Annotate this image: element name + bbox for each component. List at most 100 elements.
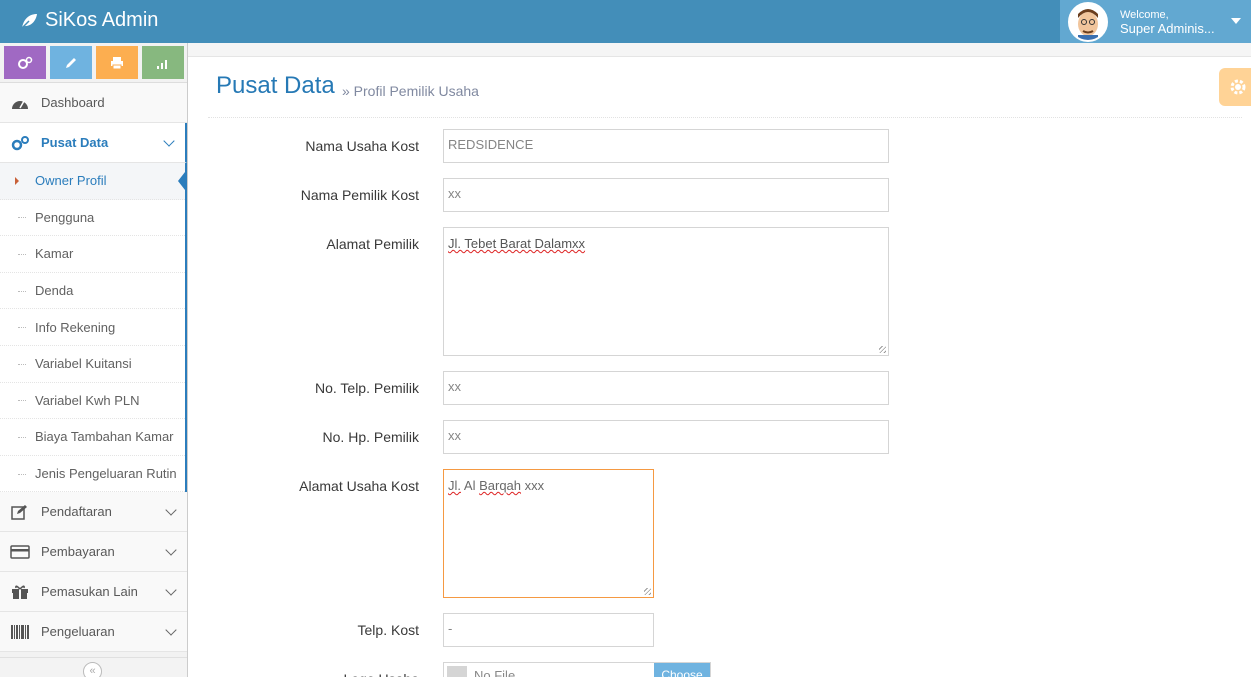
- sidebar-submenu: Owner Profil Pengguna Kamar Denda Info R…: [0, 163, 187, 493]
- breadcrumb-bar: [188, 43, 1251, 57]
- sidebar-item-pusat-data[interactable]: Pusat Data: [0, 123, 187, 163]
- resize-handle-icon[interactable]: [879, 346, 886, 353]
- field-label: No. Telp. Pemilik: [314, 380, 419, 396]
- alamat-usaha-textarea[interactable]: Jl. Al Barqah xxx: [443, 469, 654, 598]
- sidebar-item-dashboard[interactable]: Dashboard: [0, 83, 187, 123]
- gift-icon: [10, 584, 30, 600]
- sidebar-subitem-label: Info Rekening: [35, 319, 116, 335]
- cogs-icon: [10, 135, 30, 151]
- shortcut-edit-button[interactable]: [50, 46, 92, 79]
- cogs-icon: [18, 56, 33, 69]
- field-label: Nama Pemilik Kost: [300, 187, 419, 203]
- hp-pemilik-input[interactable]: xx: [443, 420, 889, 454]
- textarea-word: Barqah: [479, 478, 522, 493]
- sidebar-item-label: Pembayaran: [41, 544, 115, 560]
- nama-usaha-input[interactable]: REDSIDENCE: [443, 129, 889, 163]
- chevron-down-icon: [165, 624, 177, 637]
- file-input-text: No File ...: [474, 668, 530, 677]
- sidebar-item-pendaftaran[interactable]: Pendaftaran: [0, 492, 187, 533]
- signal-icon: [157, 59, 167, 69]
- form-row-telp-pemilik: No. Telp. Pemilik xx: [208, 371, 889, 405]
- sidebar-item-pembayaran[interactable]: Pembayaran: [0, 532, 187, 573]
- sidebar-shortcuts: [0, 43, 187, 83]
- pencil-square-icon: [10, 504, 30, 520]
- sidebar-subitem-label: Pengguna: [35, 209, 95, 225]
- page-subtitle: » Profil Pemilik Usaha: [342, 83, 479, 99]
- form-row-hp-pemilik: No. Hp. Pemilik xx: [208, 420, 889, 454]
- nama-pemilik-input[interactable]: xx: [443, 178, 889, 212]
- shortcut-chart-button[interactable]: [142, 46, 184, 79]
- form-row-nama-pemilik: Nama Pemilik Kost xx: [208, 178, 889, 212]
- barcode-icon: [10, 624, 30, 640]
- textarea-text: Jl. Tebet Barat Dalamxx: [448, 236, 586, 251]
- sidebar-subitem-label: Jenis Pengeluaran Rutin: [35, 466, 177, 482]
- leaf-icon: [20, 13, 37, 30]
- sidebar-subitem-label: Variabel Kwh PLN: [35, 392, 140, 408]
- credit-card-icon: [10, 544, 30, 560]
- user-name: Super Adminis...: [1120, 20, 1215, 36]
- sidebar-subitem-label: Denda: [35, 283, 74, 299]
- page-header: Pusat Data » Profil Pemilik Usaha: [208, 72, 1242, 118]
- sidebar-subitem-denda[interactable]: Denda: [0, 273, 185, 310]
- gear-icon: [1230, 79, 1246, 95]
- form-row-telp-kost: Telp. Kost -: [208, 613, 654, 647]
- brand-text: SiKos Admin: [45, 9, 159, 31]
- alamat-pemilik-textarea[interactable]: Jl. Tebet Barat Dalamxx: [443, 227, 889, 356]
- welcome-text: Welcome,: [1120, 8, 1169, 21]
- telp-kost-input[interactable]: -: [443, 613, 654, 647]
- user-menu[interactable]: Welcome, Super Adminis...: [1060, 0, 1251, 43]
- field-label: Logo Usaha: [208, 662, 419, 677]
- shortcut-settings-button[interactable]: [4, 46, 46, 79]
- chevron-down-icon: [165, 584, 177, 597]
- field-label: Telp. Kost: [357, 622, 419, 638]
- textarea-word: Al: [463, 478, 476, 493]
- page-title: Pusat Data: [216, 72, 335, 99]
- sidebar-item-pemasukan-lain[interactable]: Pemasukan Lain: [0, 572, 187, 613]
- resize-handle-icon[interactable]: [644, 588, 651, 595]
- form-row-alamat-pemilik: Alamat Pemilik Jl. Tebet Barat Dalamxx: [208, 227, 889, 356]
- sidebar-item-label: Dashboard: [41, 95, 105, 110]
- sidebar-subitem-info-rekening[interactable]: Info Rekening: [0, 309, 185, 346]
- sidebar: Dashboard Pusat Data Owner Profil Penggu…: [0, 43, 188, 677]
- sidebar-subitem-variabel-kwh-pln[interactable]: Variabel Kwh PLN: [0, 383, 185, 420]
- chevron-down-icon: [165, 504, 177, 517]
- choose-file-button[interactable]: Choose: [654, 663, 710, 677]
- sidebar-subitem-label: Owner Profil: [35, 173, 107, 189]
- sidebar-item-label: Pemasukan Lain: [41, 584, 138, 600]
- sidebar-subitem-kamar[interactable]: Kamar: [0, 236, 185, 273]
- pencil-icon: [66, 57, 76, 68]
- avatar: [1068, 1, 1108, 42]
- field-label: Nama Usaha Kost: [305, 138, 419, 154]
- shortcut-print-button[interactable]: [96, 46, 138, 79]
- chevron-down-icon: [163, 135, 175, 147]
- top-navbar: SiKos Admin Welcome, Super Adminis...: [0, 0, 1251, 43]
- print-icon: [111, 56, 123, 69]
- sidebar-subitem-owner-profil[interactable]: Owner Profil: [0, 163, 185, 200]
- tachometer-icon: [10, 95, 30, 111]
- sidebar-collapse-bar: «: [0, 657, 187, 677]
- telp-pemilik-input[interactable]: xx: [443, 371, 889, 405]
- field-label: Alamat Usaha Kost: [299, 478, 419, 494]
- form-row-logo: Logo Usaha: [208, 662, 419, 677]
- sidebar-subitem-label: Biaya Tambahan Kamar: [35, 429, 174, 445]
- double-chevron-left-icon[interactable]: «: [83, 662, 102, 677]
- sidebar-item-label: Pengeluaran: [41, 624, 115, 640]
- ace-settings-button[interactable]: [1219, 68, 1251, 106]
- sidebar-item-pengeluaran[interactable]: Pengeluaran: [0, 612, 187, 653]
- textarea-word: Jl.: [448, 478, 461, 493]
- sidebar-item-label: Pendaftaran: [41, 504, 112, 520]
- brand[interactable]: SiKos Admin: [19, 9, 158, 32]
- sidebar-item-label: Pusat Data: [41, 135, 109, 150]
- form-row-alamat-usaha: Alamat Usaha Kost Jl. Al Barqah xxx: [208, 469, 654, 598]
- chevron-down-icon: [165, 544, 177, 557]
- sidebar-subitem-label: Variabel Kuitansi: [35, 356, 132, 372]
- sidebar-subitem-jenis-pengeluaran-rutin[interactable]: Jenis Pengeluaran Rutin: [0, 456, 185, 493]
- field-label: No. Hp. Pemilik: [322, 429, 419, 445]
- upload-icon: [447, 666, 467, 677]
- textarea-word: xxx: [524, 478, 545, 493]
- sidebar-subitem-variabel-kuitansi[interactable]: Variabel Kuitansi: [0, 346, 185, 383]
- logo-file-input[interactable]: No File ... Choose: [443, 662, 711, 677]
- sidebar-subitem-biaya-tambahan-kamar[interactable]: Biaya Tambahan Kamar: [0, 419, 185, 456]
- sidebar-subitem-pengguna[interactable]: Pengguna: [0, 200, 185, 237]
- sidebar-subitem-label: Kamar: [35, 246, 74, 262]
